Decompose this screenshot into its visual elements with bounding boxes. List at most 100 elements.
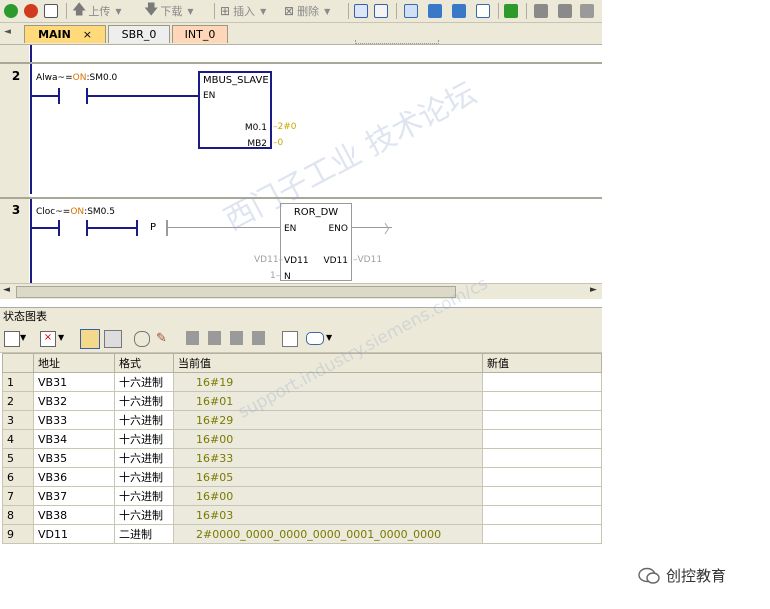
- arrow-right-button[interactable]: [452, 3, 466, 19]
- row-number-header: [2, 353, 34, 373]
- network-3-number: 3: [11, 203, 21, 217]
- address-cell[interactable]: VB33: [33, 410, 115, 430]
- format-cell[interactable]: 十六进制: [114, 410, 174, 430]
- new-value-cell[interactable]: [482, 486, 602, 506]
- address-cell[interactable]: VB34: [33, 429, 115, 449]
- new-value-cell[interactable]: [482, 410, 602, 430]
- new-value-cell[interactable]: [482, 429, 602, 449]
- glasses-icon[interactable]: [134, 331, 150, 347]
- insert-icon: ⊞: [220, 4, 231, 18]
- current-value-cell: 16#05: [173, 467, 483, 487]
- scroll-thumb[interactable]: [16, 286, 456, 298]
- go-icon: [504, 4, 518, 18]
- read-force-icon[interactable]: [252, 331, 265, 345]
- chevron-down-icon[interactable]: ▼: [326, 333, 332, 342]
- address-cell[interactable]: VB31: [33, 372, 115, 392]
- close-icon[interactable]: ×: [83, 28, 92, 41]
- start-monitor-icon[interactable]: [80, 329, 100, 349]
- new-value-cell[interactable]: [482, 467, 602, 487]
- ror-dw-block[interactable]: ROR_DW EN ENO VD11 VD11 N: [280, 203, 352, 282]
- table-row[interactable]: 4 VB34 十六进制 16#00: [2, 429, 602, 449]
- add-lock-button[interactable]: [580, 3, 594, 19]
- address-cell[interactable]: VB38: [33, 505, 115, 525]
- format-cell[interactable]: 十六进制: [114, 429, 174, 449]
- network-2-contact-label: Alwa~=ON:SM0.0: [36, 73, 118, 83]
- mbus-slave-block[interactable]: MBUS_SLAVE EN M0.1 MB2: [198, 71, 272, 149]
- current-value-cell: 16#03: [173, 505, 483, 525]
- unlock-icon[interactable]: [208, 331, 221, 345]
- tooltip-icon[interactable]: [306, 332, 324, 345]
- chevron-down-icon[interactable]: ▼: [20, 333, 26, 342]
- scroll-left-icon[interactable]: ◄: [4, 27, 11, 37]
- current-value-cell: 16#33: [173, 448, 483, 468]
- new-value-cell[interactable]: [482, 372, 602, 392]
- table-row[interactable]: 9 VD11 二进制 2#0000_0000_0000_0000_0001_0000_…: [2, 524, 602, 544]
- table-row[interactable]: 8 VB38 十六进制 16#03: [2, 505, 602, 525]
- compile-button[interactable]: [44, 3, 58, 19]
- tab-main[interactable]: MAIN ×: [24, 25, 106, 43]
- table-row[interactable]: 3 VB33 十六进制 16#29: [2, 410, 602, 430]
- table-row[interactable]: 2 VB32 十六进制 16#01: [2, 391, 602, 411]
- download-button[interactable]: 🡇 下载 ▼: [144, 2, 194, 19]
- address-cell[interactable]: VB35: [33, 448, 115, 468]
- power-rail: [30, 64, 32, 194]
- download-icon: 🡇: [144, 2, 159, 18]
- upload-button[interactable]: 🡅 上传 ▼: [72, 2, 122, 19]
- format-cell[interactable]: 十六进制: [114, 448, 174, 468]
- new-value-cell[interactable]: [482, 505, 602, 525]
- address-cell[interactable]: VB32: [33, 391, 115, 411]
- current-value-cell: 16#00: [173, 429, 483, 449]
- edge-contact: [136, 220, 138, 236]
- chevron-down-icon[interactable]: ▼: [58, 333, 64, 342]
- format-cell[interactable]: 十六进制: [114, 467, 174, 487]
- go-button[interactable]: [504, 3, 518, 19]
- brand-badge: 创控教育: [638, 565, 726, 586]
- table-row[interactable]: 5 VB35 十六进制 16#33: [2, 448, 602, 468]
- stop-button[interactable]: [24, 3, 38, 19]
- chevron-down-icon: ▼: [260, 6, 267, 16]
- address-column-header: 地址: [33, 353, 115, 373]
- format-cell[interactable]: 十六进制: [114, 505, 174, 525]
- format-cell[interactable]: 十六进制: [114, 372, 174, 392]
- new-value-cell[interactable]: [482, 524, 602, 544]
- compile-icon: [44, 4, 58, 18]
- table-row[interactable]: 6 VB36 十六进制 16#05: [2, 467, 602, 487]
- pause-status-button[interactable]: [374, 3, 388, 19]
- tab-int-0[interactable]: INT_0: [172, 25, 228, 43]
- pencil-icon[interactable]: ✎: [156, 331, 167, 346]
- new-value-cell[interactable]: [482, 448, 602, 468]
- new-value-cell[interactable]: [482, 391, 602, 411]
- address-cell[interactable]: VD11: [33, 524, 115, 544]
- format-cell[interactable]: 十六进制: [114, 391, 174, 411]
- remove-bookmark-button[interactable]: [476, 3, 490, 19]
- unlock-button[interactable]: [558, 3, 572, 19]
- program-status-button[interactable]: [354, 3, 368, 19]
- delete-button[interactable]: ⊠ 删除 ▼: [284, 3, 330, 19]
- insert-button[interactable]: ⊞ 插入 ▼: [220, 3, 266, 19]
- table-row[interactable]: 7 VB37 十六进制 16#00: [2, 486, 602, 506]
- scroll-right-icon[interactable]: ►: [590, 285, 597, 295]
- format-cell[interactable]: 二进制: [114, 524, 174, 544]
- delete-row-icon[interactable]: ×: [40, 331, 56, 347]
- tab-sbr-0[interactable]: SBR_0: [108, 25, 170, 43]
- address-cell[interactable]: VB37: [33, 486, 115, 506]
- pin-en: EN: [203, 91, 216, 101]
- pause-monitor-icon[interactable]: [104, 330, 122, 348]
- window-button[interactable]: [404, 3, 418, 19]
- power-rail: [30, 199, 32, 283]
- address-cell[interactable]: VB36: [33, 467, 115, 487]
- out-address: –VD11: [353, 255, 383, 265]
- horizontal-scrollbar[interactable]: ◄ ►: [0, 283, 602, 299]
- add-lock-icon[interactable]: [230, 331, 243, 345]
- arrow-left-button[interactable]: [428, 3, 442, 19]
- add-row-icon[interactable]: [4, 331, 20, 347]
- trend-view-icon[interactable]: [282, 331, 298, 347]
- scroll-left-icon[interactable]: ◄: [3, 285, 10, 295]
- lock-icon[interactable]: [186, 331, 199, 345]
- unlock-icon: [558, 4, 572, 18]
- positive-edge-label: P: [150, 222, 157, 233]
- format-cell[interactable]: 十六进制: [114, 486, 174, 506]
- run-button[interactable]: [4, 3, 18, 19]
- lock-icon: [534, 4, 548, 18]
- lock-button[interactable]: [534, 3, 548, 19]
